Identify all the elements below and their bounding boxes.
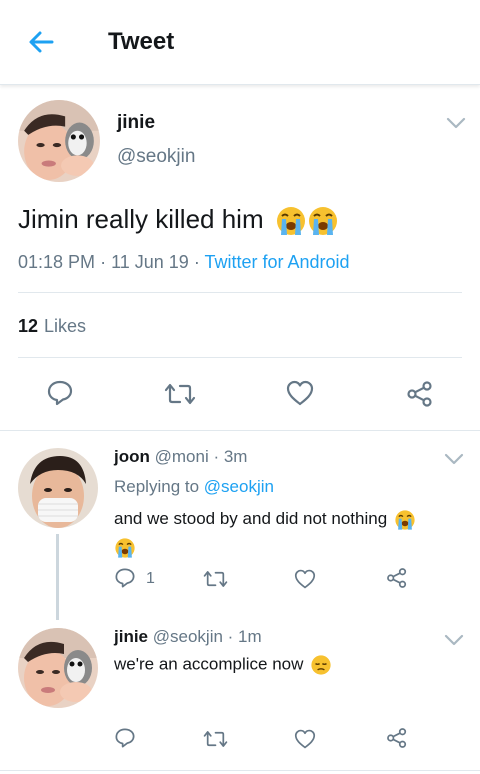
reply-author-handle[interactable]: @seokjin xyxy=(153,627,223,646)
meta-separator: · xyxy=(208,447,224,466)
reply-icon[interactable] xyxy=(114,567,136,589)
crying-face-emoji xyxy=(114,537,136,559)
reply-body: and we stood by and did not nothing xyxy=(114,509,388,528)
author-handle[interactable]: @seokjin xyxy=(117,146,195,168)
divider xyxy=(18,357,462,358)
reply-time: 1m xyxy=(238,627,262,646)
likes-stat[interactable]: 12 Likes xyxy=(18,316,86,337)
share-icon[interactable] xyxy=(406,380,434,408)
reply-body: we're an accomplice now xyxy=(114,654,304,674)
reply-author-name[interactable]: jinie xyxy=(114,627,148,646)
reply-icon[interactable] xyxy=(114,727,136,749)
reply-count: 1 xyxy=(146,570,155,587)
replying-to-label: Replying to xyxy=(114,477,200,496)
tweet-time: 01:18 PM xyxy=(18,252,96,272)
top-app-bar: Tweet xyxy=(0,0,480,85)
likes-count: 12 xyxy=(18,316,39,336)
reply-icon[interactable] xyxy=(46,379,74,407)
like-heart-icon[interactable] xyxy=(294,729,316,749)
page-title: Tweet xyxy=(108,28,175,55)
chevron-down-icon[interactable] xyxy=(443,633,465,647)
like-heart-icon[interactable] xyxy=(294,569,316,589)
back-arrow-icon[interactable] xyxy=(22,24,62,60)
retweet-icon[interactable] xyxy=(164,380,196,408)
tweet-meta: 01:18 PM · 11 Jun 19 · Twitter for Andro… xyxy=(18,252,350,273)
reply-author-name[interactable]: joon xyxy=(114,447,150,466)
tweet-text: Jimin really killed him xyxy=(18,204,339,237)
retweet-icon[interactable] xyxy=(203,568,228,590)
meta-separator: · xyxy=(222,627,239,646)
divider xyxy=(18,292,462,293)
divider xyxy=(0,770,480,771)
reply-header: jinie @seokjin · 1m xyxy=(114,627,262,647)
likes-label: Likes xyxy=(44,316,87,336)
tweet-date: 11 Jun 19 xyxy=(111,252,189,272)
share-icon[interactable] xyxy=(386,567,408,589)
replying-to-mention[interactable]: @seokjin xyxy=(204,477,274,496)
thread-connector-line xyxy=(56,534,59,620)
crying-face-emoji xyxy=(307,205,339,237)
avatar[interactable] xyxy=(18,448,98,528)
share-icon[interactable] xyxy=(386,727,408,749)
meta-separator: · xyxy=(193,252,205,272)
crying-face-emoji xyxy=(394,509,416,531)
like-heart-icon[interactable] xyxy=(286,380,314,406)
reply-time: 3m xyxy=(223,447,248,466)
reply-header: joon @moni · 3m xyxy=(114,447,247,467)
pensive-face-emoji xyxy=(310,654,332,676)
chevron-down-icon[interactable] xyxy=(443,452,465,466)
replying-to: Replying to @seokjin xyxy=(114,477,274,497)
reply-text: we're an accomplice now xyxy=(114,654,332,676)
divider xyxy=(0,430,480,431)
reply-author-handle[interactable]: @moni xyxy=(155,447,209,466)
retweet-icon[interactable] xyxy=(203,728,228,750)
meta-separator: · xyxy=(100,252,112,272)
tweet-source-link[interactable]: Twitter for Android xyxy=(204,252,349,272)
author-name[interactable]: jinie xyxy=(117,112,155,134)
avatar[interactable] xyxy=(18,100,100,182)
reply-text: and we stood by and did not nothing xyxy=(114,505,454,561)
chevron-down-icon[interactable] xyxy=(445,116,467,130)
tweet-body: Jimin really killed him xyxy=(18,204,264,234)
avatar[interactable] xyxy=(18,628,98,708)
crying-face-emoji xyxy=(275,205,307,237)
